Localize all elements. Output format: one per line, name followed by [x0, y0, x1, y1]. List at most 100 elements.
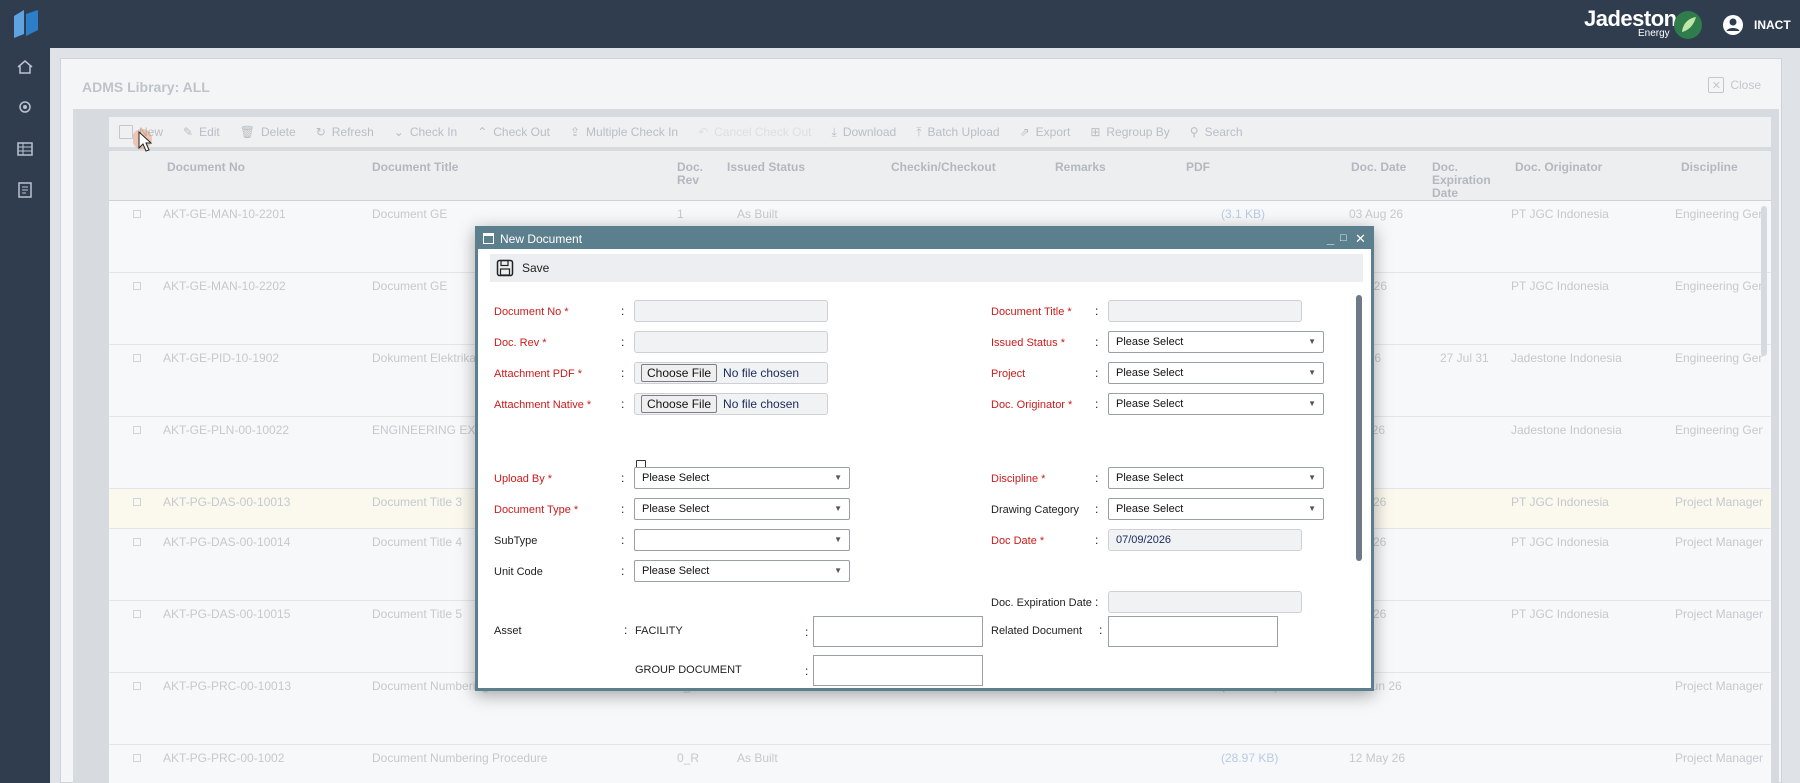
- brand-leaf-icon: [1674, 11, 1702, 39]
- table-row[interactable]: AKT-PG-PRC-00-1002 Document Numbering Pro…: [109, 745, 1771, 783]
- batch-upload-button[interactable]: ⤒ Batch Upload: [916, 125, 999, 140]
- expand-row-icon[interactable]: [133, 498, 141, 506]
- expand-row-icon[interactable]: [133, 682, 141, 690]
- dialog-title: New Document: [500, 232, 583, 246]
- label-doc-originator: Doc. Originator *: [991, 399, 1073, 411]
- refresh-button[interactable]: ↻ Refresh: [316, 125, 374, 139]
- attachment-pdf-file-input[interactable]: Choose File No file chosen: [634, 362, 828, 384]
- expand-row-icon[interactable]: [133, 538, 141, 546]
- cell-document-title: Dokument Elektrika: [372, 351, 477, 365]
- cell-document-title: Document Title 4: [372, 535, 463, 549]
- user-avatar-icon[interactable]: [1722, 14, 1744, 36]
- check-out-icon: ⌃: [477, 125, 488, 139]
- label-related-document: Related Document: [991, 625, 1083, 637]
- document-no-input[interactable]: [634, 300, 828, 322]
- dialog-scrollbar[interactable]: [1356, 295, 1362, 561]
- report-icon[interactable]: [16, 181, 34, 199]
- col-header-pdf[interactable]: PDF: [1186, 161, 1210, 174]
- discipline-select[interactable]: Please Select ▼: [1108, 467, 1324, 489]
- colon: :: [1095, 533, 1099, 547]
- label-doc-date: Doc Date *: [991, 535, 1045, 547]
- doc-expiration-date-input[interactable]: [1108, 591, 1302, 613]
- col-header-doc-date[interactable]: Doc. Date: [1351, 161, 1406, 174]
- save-button[interactable]: Save: [496, 259, 549, 277]
- document-title-input[interactable]: [1108, 300, 1302, 322]
- edit-button[interactable]: ✎ Edit: [183, 125, 220, 139]
- expand-row-icon[interactable]: [133, 610, 141, 618]
- close-icon: ✕: [1708, 77, 1725, 93]
- download-button[interactable]: ⤓ Download: [832, 125, 897, 140]
- expand-row-icon[interactable]: [133, 210, 141, 218]
- chevron-down-icon: ▼: [1308, 473, 1316, 482]
- upload-by-select[interactable]: Please Select ▼: [634, 467, 850, 489]
- home-icon[interactable]: [16, 58, 34, 76]
- check-out-button[interactable]: ⌃ Check Out: [477, 125, 550, 139]
- cell-pdf[interactable]: (3.1 KB): [1221, 207, 1265, 221]
- subtype-select[interactable]: ▼: [634, 529, 850, 551]
- expand-row-icon[interactable]: [133, 426, 141, 434]
- issued-status-select[interactable]: Please Select ▼: [1108, 331, 1324, 353]
- maximize-icon[interactable]: □: [1340, 232, 1347, 244]
- sidebar: [0, 48, 50, 783]
- related-document-input[interactable]: [1108, 616, 1278, 647]
- cell-discipline: Project Management: [1675, 535, 1763, 549]
- delete-button[interactable]: 🗑 Delete: [240, 125, 296, 139]
- label-attachment-pdf: Attachment PDF *: [494, 368, 583, 380]
- new-document-dialog: New Document _ □ ✕ Save Document No * : …: [475, 226, 1374, 691]
- label-group-document: GROUP DOCUMENT: [635, 664, 742, 676]
- label-drawing-category: Drawing Category: [991, 504, 1080, 516]
- document-type-select[interactable]: Please Select ▼: [634, 498, 850, 520]
- cell-document-title: Document Numbering Procedure: [372, 751, 548, 765]
- col-header-doc-originator[interactable]: Doc. Originator: [1515, 161, 1602, 174]
- gear-icon[interactable]: [16, 98, 34, 116]
- cell-discipline: Project Management: [1675, 679, 1763, 693]
- file-status: No file chosen: [723, 366, 800, 380]
- col-header-remarks[interactable]: Remarks: [1055, 161, 1106, 174]
- regroup-button[interactable]: ⊞ Regroup By: [1090, 125, 1169, 139]
- export-button[interactable]: ⇗ Export: [1020, 125, 1071, 139]
- doc-rev-input[interactable]: [634, 331, 828, 353]
- col-header-doc-expiration-date[interactable]: Doc. Expiration Date: [1432, 161, 1492, 200]
- search-button[interactable]: ⚲ Search: [1190, 125, 1243, 139]
- col-header-doc-rev[interactable]: Doc. Rev: [677, 161, 707, 187]
- drawing-category-select[interactable]: Please Select ▼: [1108, 498, 1324, 520]
- grid-scrollbar[interactable]: [1761, 206, 1767, 356]
- regroup-icon: ⊞: [1090, 125, 1101, 139]
- project-select[interactable]: Please Select ▼: [1108, 362, 1324, 384]
- choose-file-button[interactable]: Choose File: [641, 364, 718, 382]
- table-icon[interactable]: [16, 140, 34, 158]
- expand-row-icon[interactable]: [133, 754, 141, 762]
- cell-pdf[interactable]: (28.97 KB): [1221, 751, 1278, 765]
- user-name[interactable]: INACT: [1754, 18, 1791, 32]
- save-icon: [496, 259, 514, 277]
- colon: :: [1095, 502, 1099, 516]
- colon: :: [621, 335, 625, 349]
- file-status: No file chosen: [723, 397, 800, 411]
- minimize-icon[interactable]: _: [1327, 231, 1334, 246]
- group-document-input[interactable]: [813, 655, 983, 686]
- facility-input[interactable]: [813, 616, 983, 647]
- doc-date-input[interactable]: 07/09/2026: [1108, 529, 1302, 551]
- close-dialog-icon[interactable]: ✕: [1355, 231, 1366, 247]
- col-header-document-title[interactable]: Document Title: [372, 161, 458, 174]
- colon: :: [1095, 471, 1099, 485]
- cell-discipline: Engineering General: [1675, 279, 1763, 293]
- cell-discipline: Project Management: [1675, 607, 1763, 621]
- check-in-button[interactable]: ⌄ Check In: [394, 125, 457, 139]
- unit-code-select[interactable]: Please Select ▼: [634, 560, 850, 582]
- col-header-issued-status[interactable]: Issued Status: [727, 161, 805, 174]
- cancel-check-out-button[interactable]: ↶ Cancel Check Out: [698, 125, 811, 139]
- app-logo-icon[interactable]: [12, 8, 40, 40]
- attachment-native-file-input[interactable]: Choose File No file chosen: [634, 393, 828, 415]
- choose-file-button[interactable]: Choose File: [641, 395, 718, 413]
- expand-row-icon[interactable]: [133, 354, 141, 362]
- doc-originator-select[interactable]: Please Select ▼: [1108, 393, 1324, 415]
- close-button[interactable]: ✕ Close: [1708, 77, 1761, 93]
- col-header-checkin-checkout[interactable]: Checkin/Checkout: [891, 161, 996, 174]
- col-header-document-no[interactable]: Document No: [167, 161, 245, 174]
- chevron-down-icon: ▼: [1308, 337, 1316, 346]
- expand-row-icon[interactable]: [133, 282, 141, 290]
- col-header-discipline[interactable]: Discipline: [1681, 161, 1738, 174]
- label-issued-status: Issued Status *: [991, 337, 1065, 349]
- multiple-check-in-button[interactable]: ⇪ Multiple Check In: [570, 125, 678, 139]
